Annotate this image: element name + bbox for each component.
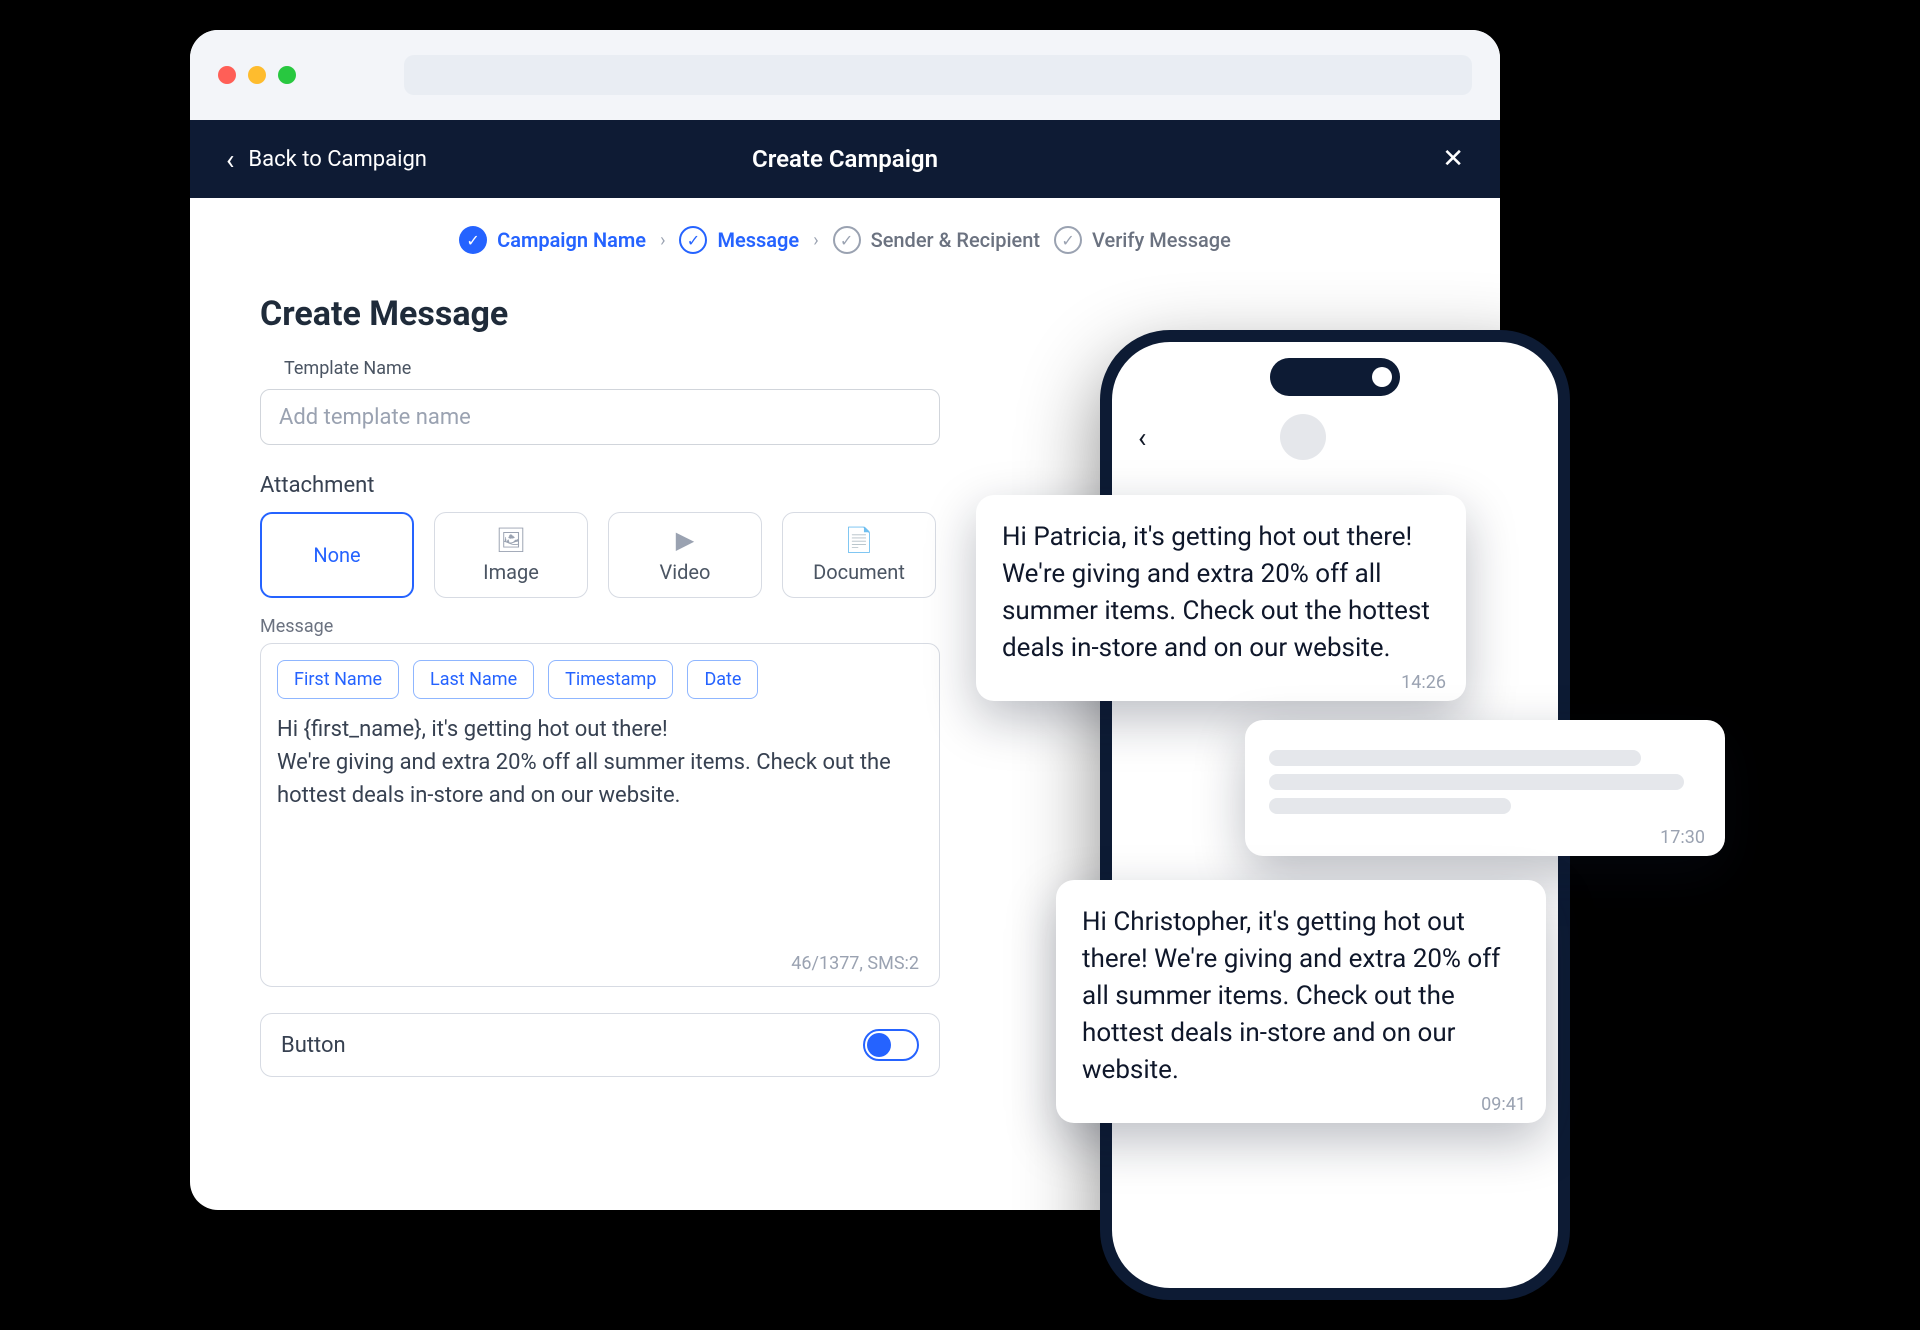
step-sender-recipient[interactable]: Sender & Recipient	[833, 226, 1040, 254]
message-editor: First Name Last Name Timestamp Date 46/1…	[260, 643, 940, 987]
browser-chrome	[190, 30, 1500, 120]
window-max-dot[interactable]	[278, 66, 296, 84]
button-toggle[interactable]	[863, 1029, 919, 1061]
image-icon	[496, 526, 526, 554]
step-campaign-name[interactable]: Campaign Name	[459, 226, 646, 254]
window-close-dot[interactable]	[218, 66, 236, 84]
skeleton-line	[1269, 774, 1684, 790]
attachment-option-label: Video	[660, 560, 711, 584]
bubble-time: 09:41	[1481, 1094, 1526, 1115]
header-title: Create Campaign	[752, 145, 938, 173]
preview-bubble-1: Hi Patricia, it's getting hot out there!…	[976, 495, 1466, 701]
skeleton-line	[1269, 750, 1641, 766]
bubble-time: 14:26	[1401, 672, 1446, 693]
message-textarea[interactable]	[277, 713, 923, 943]
back-to-campaign-button[interactable]: Back to Campaign	[226, 143, 427, 176]
phone-header	[1138, 414, 1532, 460]
bubble-time: 17:30	[1660, 827, 1705, 848]
attachment-option-label: Image	[483, 560, 539, 584]
step-label: Message	[717, 228, 799, 252]
message-counter: 46/1377, SMS:2	[277, 947, 923, 976]
chip-last-name[interactable]: Last Name	[413, 660, 534, 699]
check-icon	[833, 226, 861, 254]
back-label: Back to Campaign	[248, 147, 427, 172]
attachment-video[interactable]: Video	[608, 512, 762, 598]
window-controls	[218, 66, 296, 84]
chevron-right-icon	[813, 230, 818, 251]
check-icon	[1054, 226, 1082, 254]
attachment-option-label: Document	[813, 560, 905, 584]
check-icon	[459, 226, 487, 254]
button-toggle-label: Button	[281, 1033, 346, 1058]
close-button[interactable]	[1442, 144, 1464, 174]
check-icon	[679, 226, 707, 254]
template-name-input[interactable]	[260, 389, 940, 445]
app-header: Back to Campaign Create Campaign	[190, 120, 1500, 198]
merge-chips: First Name Last Name Timestamp Date	[277, 660, 923, 699]
step-verify-message[interactable]: Verify Message	[1054, 226, 1231, 254]
attachment-document[interactable]: Document	[782, 512, 936, 598]
preview-inbound-bubble: 17:30	[1245, 720, 1725, 856]
step-label: Campaign Name	[497, 228, 646, 252]
step-message[interactable]: Message	[679, 226, 799, 254]
chip-first-name[interactable]: First Name	[277, 660, 399, 699]
step-label: Sender & Recipient	[871, 228, 1040, 252]
page-title: Create Message	[260, 294, 1430, 334]
attachment-image[interactable]: Image	[434, 512, 588, 598]
document-icon	[844, 526, 874, 554]
video-icon	[676, 526, 694, 554]
attachment-option-label: None	[313, 543, 360, 567]
step-label: Verify Message	[1092, 228, 1231, 252]
chevron-right-icon	[660, 230, 665, 251]
url-bar[interactable]	[404, 55, 1472, 95]
bubble-text: Hi Patricia, it's getting hot out there!…	[1002, 519, 1440, 667]
stepper: Campaign Name Message Sender & Recipient…	[190, 198, 1500, 264]
avatar	[1280, 414, 1326, 460]
chip-timestamp[interactable]: Timestamp	[548, 660, 673, 699]
skeleton-line	[1269, 798, 1511, 814]
chip-date[interactable]: Date	[687, 660, 758, 699]
phone-back-icon[interactable]	[1138, 421, 1146, 454]
phone-notch	[1270, 358, 1400, 396]
attachment-none[interactable]: None	[260, 512, 414, 598]
bubble-text: Hi Christopher, it's getting hot out the…	[1082, 904, 1520, 1089]
preview-bubble-2: Hi Christopher, it's getting hot out the…	[1056, 880, 1546, 1123]
window-min-dot[interactable]	[248, 66, 266, 84]
chevron-left-icon	[226, 143, 234, 176]
button-toggle-row: Button	[260, 1013, 940, 1077]
